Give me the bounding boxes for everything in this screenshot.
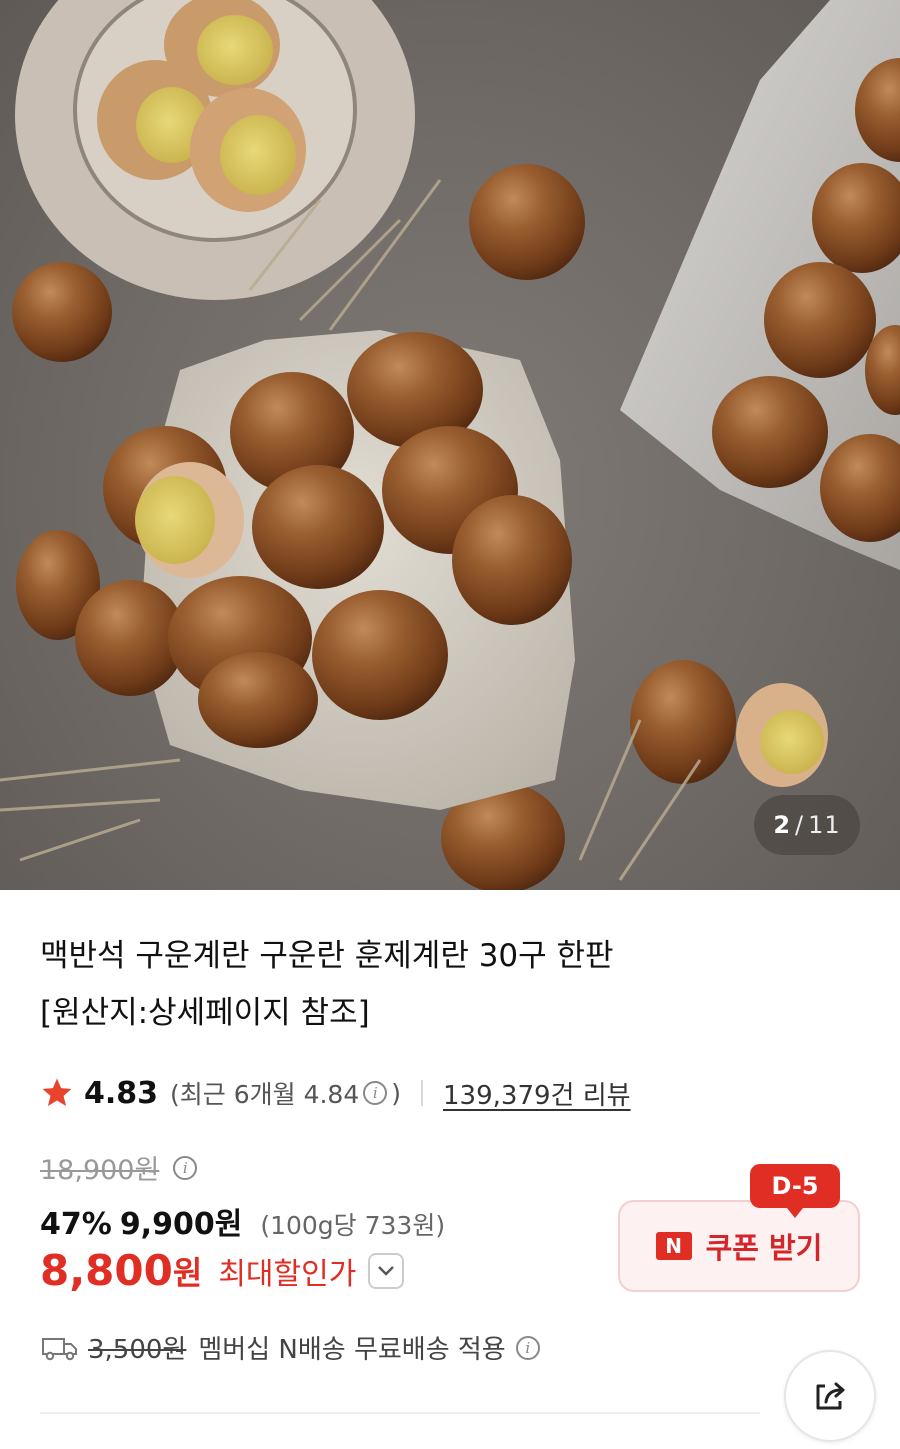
share-icon (816, 1382, 845, 1410)
recent-rating: (최근 6개월 4.84 i ) (170, 1075, 401, 1111)
max-discount-label: 최대할인가 (218, 1256, 357, 1292)
n-logo-icon: N (655, 1232, 692, 1260)
product-title-line2: [원산지:상세페이지 참조] (40, 995, 370, 1031)
delivery-row: 3,500원 멤버십 N배송 무료배송 적용 i (40, 1329, 544, 1366)
original-shipping-fee: 3,500원 (88, 1335, 187, 1365)
product-title: 맥반석 구운계란 구운란 훈제계란 30구 한판 [원산지:상세페이지 참조] (40, 928, 860, 1042)
delivery-info-icon[interactable]: i (515, 1335, 540, 1360)
original-price: 18,900원 (40, 1155, 160, 1186)
original-price-row: 18,900원 i (40, 1148, 201, 1187)
price-info-icon[interactable]: i (173, 1155, 198, 1180)
image-counter-current: 2 (773, 811, 792, 839)
sale-price: 9,900원 (119, 1207, 243, 1242)
delivery-text: 멤버십 N배송 무료배송 적용 (198, 1335, 506, 1365)
discount-percent: 47% (40, 1207, 112, 1242)
max-discount-row: 8,800 원 최대할인가 (40, 1246, 405, 1295)
review-count-link[interactable]: 139,379건 리뷰 (443, 1075, 631, 1112)
discount-row: 47% 9,900원 (100g당 733원) (40, 1199, 445, 1243)
max-discount-currency: 원 (172, 1253, 203, 1292)
recent-rating-prefix: (최근 6개월 4.84 (170, 1080, 360, 1109)
star-icon (42, 1078, 72, 1107)
divider (421, 1080, 424, 1106)
image-counter-separator: / (795, 811, 805, 839)
recent-rating-suffix: ) (391, 1078, 402, 1108)
truck-icon (42, 1337, 77, 1360)
d-day-badge: D-5 (750, 1164, 840, 1218)
image-counter-total: 11 (808, 811, 841, 839)
rating-value: 4.83 (84, 1075, 159, 1111)
image-counter: 2 / 11 (754, 795, 860, 855)
chevron-down-icon (378, 1265, 395, 1276)
share-button[interactable] (784, 1350, 876, 1442)
coupon-button[interactable]: N 쿠폰 받기 (618, 1200, 860, 1292)
egg-photo (0, 0, 900, 890)
coupon-label: 쿠폰 받기 (705, 1231, 823, 1265)
max-discount-toggle[interactable] (368, 1252, 405, 1289)
rating-row: 4.83 (최근 6개월 4.84 i ) 139,379건 리뷰 (40, 1073, 631, 1113)
product-image[interactable]: 2 / 11 (0, 0, 900, 890)
product-title-line1: 맥반석 구운계란 구운란 훈제계란 30구 한판 (40, 938, 614, 974)
max-discount-price: 8,800 (40, 1246, 173, 1295)
unit-price: (100g당 733원) (260, 1211, 446, 1240)
section-divider (40, 1412, 760, 1414)
info-icon[interactable]: i (363, 1081, 388, 1105)
